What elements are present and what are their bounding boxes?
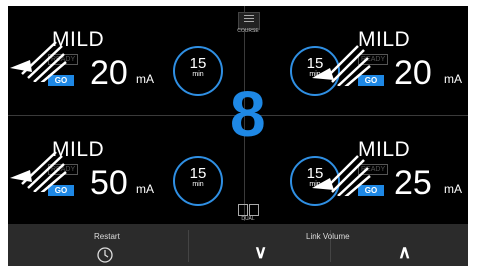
timer-unit: min (192, 71, 204, 78)
restart-label: Restart (94, 232, 120, 241)
current-unit: mA (444, 182, 462, 196)
quadrant-top-right[interactable]: 15 min MILD READY GO 20 mA (246, 6, 468, 114)
quadrant-bottom-left[interactable]: MILD READY GO 50 mA 15 min (8, 116, 238, 224)
pointing-hand-icon (10, 151, 67, 192)
menu-line-icon (244, 18, 254, 19)
bar-separator (188, 230, 189, 262)
device-screen: MILD READY GO 20 mA 15 min 15 min MILD R… (8, 6, 468, 266)
link-volume-label: Link Volume (306, 232, 350, 241)
volume-down-button[interactable]: ∨ (254, 242, 267, 263)
menu-line-icon (244, 21, 254, 22)
timer-value: 15 (189, 55, 207, 72)
current-value: 25 (394, 164, 432, 202)
bottom-bar: Restart Link Volume ∨ ∧ (8, 224, 468, 266)
quadrant-bottom-right[interactable]: 15 min MILD READY GO 25 mA (246, 116, 468, 224)
dual-box-icon (238, 204, 248, 216)
menu-line-icon (244, 15, 254, 16)
current-value: 20 (394, 54, 432, 92)
current-value: 50 (90, 164, 128, 202)
timer-dial[interactable]: 15 min (173, 46, 223, 96)
timer-dial[interactable]: 15 min (173, 156, 223, 206)
pointing-hand-icon (312, 155, 371, 196)
current-unit: mA (444, 72, 462, 86)
pointing-hand-icon (10, 41, 67, 82)
dual-label: DUAL (241, 216, 255, 222)
volume-up-button[interactable]: ∧ (398, 242, 411, 263)
dual-button[interactable] (237, 203, 259, 217)
course-label: COURSE (237, 28, 259, 34)
timer-value: 15 (189, 165, 207, 182)
timer-unit: min (192, 181, 204, 188)
dual-box-icon (249, 204, 259, 216)
pointing-hand-icon (312, 45, 371, 86)
quadrant-top-left[interactable]: MILD READY GO 20 mA 15 min (8, 6, 238, 114)
center-number: 8 (230, 78, 266, 150)
restart-timer-icon[interactable] (96, 246, 114, 264)
current-unit: mA (136, 72, 154, 86)
current-value: 20 (90, 54, 128, 92)
current-unit: mA (136, 182, 154, 196)
